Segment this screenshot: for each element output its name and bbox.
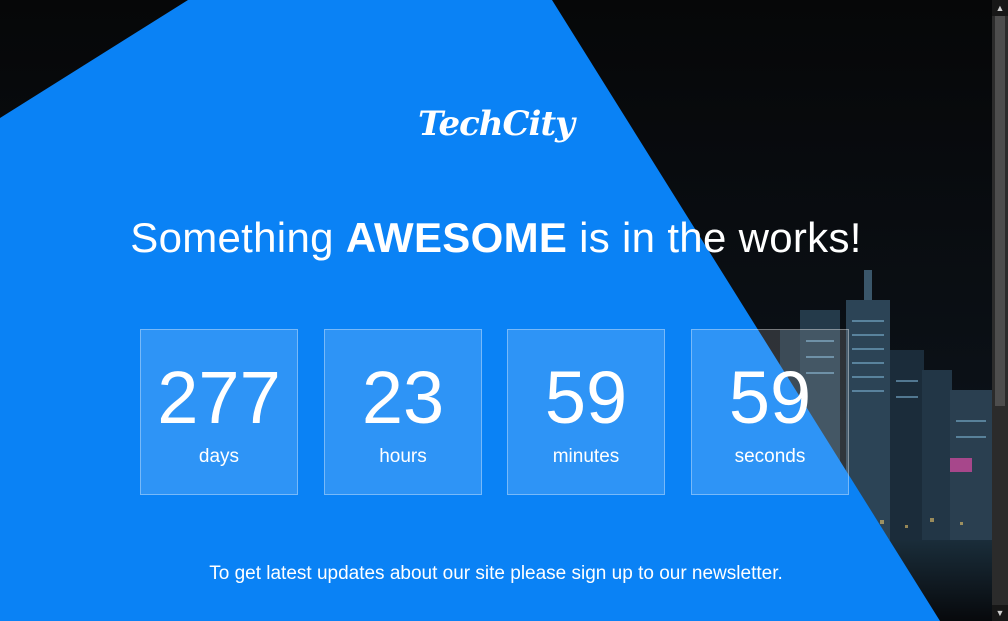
countdown-days-label: days: [198, 446, 240, 467]
headline-prefix: Something: [130, 214, 346, 261]
countdown-seconds: 59 seconds: [691, 329, 849, 495]
headline: Something AWESOME is in the works!: [0, 214, 992, 262]
logo[interactable]: TechCity: [0, 104, 992, 144]
triangle-up-icon[interactable]: ▲: [992, 0, 1008, 16]
countdown-minutes-label: minutes: [552, 446, 620, 467]
countdown-seconds-label: seconds: [734, 446, 806, 467]
countdown-days-value: 277: [157, 356, 281, 439]
countdown-seconds-value: 59: [728, 356, 812, 439]
headline-suffix: is in the works!: [567, 214, 862, 261]
countdown-hours-value: 23: [361, 356, 445, 439]
triangle-down-icon[interactable]: ▼: [992, 605, 1008, 621]
countdown-minutes-value: 59: [544, 356, 628, 439]
countdown-minutes: 59 minutes: [507, 329, 665, 495]
newsletter-text: To get latest updates about our site ple…: [209, 563, 783, 584]
vertical-scrollbar[interactable]: ▲ ▼: [992, 0, 1008, 621]
countdown-days: 277 days: [140, 329, 298, 495]
headline-emphasis: AWESOME: [345, 214, 568, 261]
countdown-hours-label: hours: [379, 446, 427, 467]
scrollbar-thumb[interactable]: [995, 16, 1005, 406]
page: TechCity Something AWESOME is in the wor…: [0, 0, 1008, 621]
countdown-hours: 23 hours: [324, 329, 482, 495]
